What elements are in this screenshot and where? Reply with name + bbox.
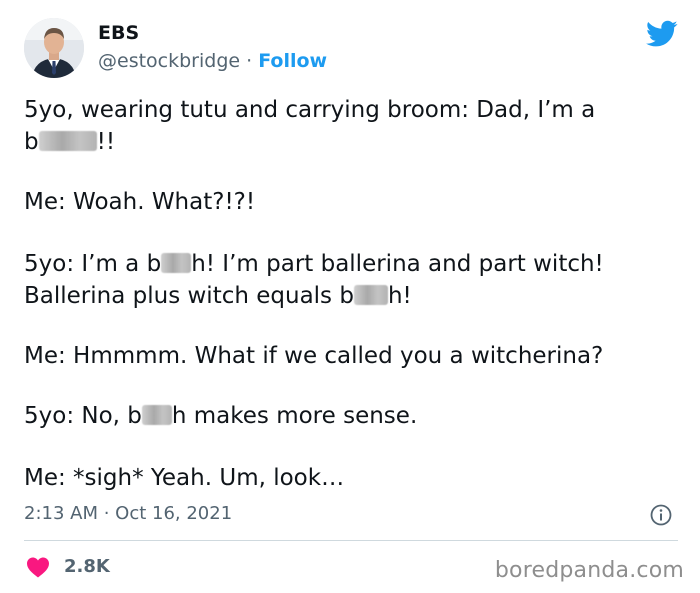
censor-blur [38, 130, 97, 151]
censor-blur [141, 404, 172, 425]
like-count[interactable]: 2.8K [64, 556, 110, 577]
avatar-photo [24, 18, 84, 78]
info-icon[interactable] [649, 503, 673, 527]
tweet-paragraph-3: 5yo: I’m a b h! I’m part ballerina and pa… [24, 248, 684, 312]
tweet-paragraph-2: Me: Woah. What?!?! [24, 189, 256, 215]
tweet-text: 5yo: I’m a b [24, 251, 162, 277]
tweet-text: 5yo, wearing tutu and carrying broom: Da… [24, 97, 596, 123]
tweet-paragraph-5: 5yo: No, b h makes more sense. [24, 400, 684, 432]
censor-blur [353, 284, 388, 305]
separator-dot: · [246, 50, 253, 72]
tweet-card: EBS @estockbridge · Follow 5yo, wearing … [0, 0, 700, 593]
tweet-paragraph-6: Me: *sigh* Yeah. Um, look… [24, 465, 345, 491]
watermark: boredpanda.com [494, 558, 684, 583]
author-name[interactable]: EBS [98, 22, 139, 44]
tweet-text: h! [387, 283, 412, 309]
tweet-text: Ballerina plus witch equals b [24, 283, 354, 309]
tweet-text: 5yo: No, b [24, 403, 142, 429]
follow-button[interactable]: Follow [258, 50, 327, 72]
censor-blur [161, 252, 192, 273]
tweet-text: !! [96, 129, 116, 155]
twitter-bird-icon[interactable] [646, 20, 678, 48]
author-handle-row: @estockbridge · Follow [98, 50, 327, 72]
tweet-text: b [24, 129, 39, 155]
tweet-timestamp[interactable]: 2:13 AM · Oct 16, 2021 [24, 503, 232, 524]
tweet-text: h makes more sense. [171, 403, 418, 429]
divider [24, 540, 678, 541]
tweet-paragraph-1: 5yo, wearing tutu and carrying broom: Da… [24, 94, 684, 158]
tweet-text: h! I’m part ballerina and part witch! [191, 251, 604, 277]
heart-icon[interactable] [26, 556, 50, 578]
tweet-paragraph-4: Me: Hmmmm. What if we called you a witch… [24, 343, 604, 369]
avatar[interactable] [24, 18, 84, 78]
author-handle[interactable]: @estockbridge [98, 50, 240, 72]
